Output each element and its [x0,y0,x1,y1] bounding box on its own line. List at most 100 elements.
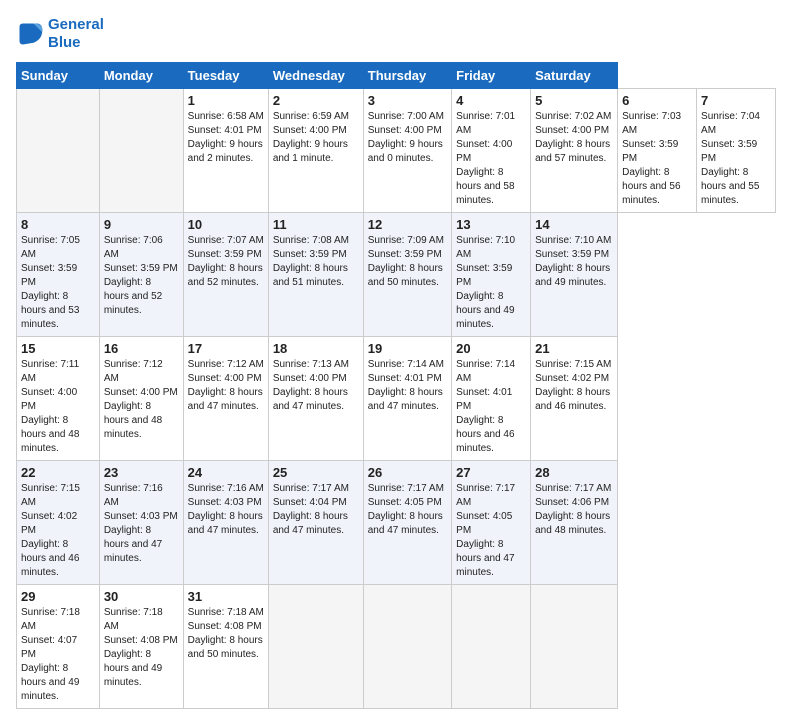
day-info: Sunrise: 7:06 AMSunset: 3:59 PMDaylight:… [104,234,179,318]
day-info: Sunrise: 7:03 AMSunset: 3:59 PMDaylight:… [622,110,692,208]
calendar-cell: 5 Sunrise: 7:02 AMSunset: 4:00 PMDaylight… [531,89,618,213]
calendar-week-2: 8 Sunrise: 7:05 AMSunset: 3:59 PMDaylight… [17,213,776,337]
day-number: 16 [104,341,179,356]
day-number: 31 [188,589,264,604]
day-info: Sunrise: 7:10 AMSunset: 3:59 PMDaylight:… [535,234,613,290]
day-info: Sunrise: 7:08 AMSunset: 3:59 PMDaylight:… [273,234,359,290]
day-number: 12 [368,217,447,232]
calendar-cell: 24 Sunrise: 7:16 AMSunset: 4:03 PMDayligh… [183,461,268,585]
day-info: Sunrise: 7:17 AMSunset: 4:06 PMDaylight:… [535,482,613,538]
day-number: 6 [622,93,692,108]
day-info: Sunrise: 6:59 AMSunset: 4:00 PMDaylight:… [273,110,359,166]
day-info: Sunrise: 7:05 AMSunset: 3:59 PMDaylight:… [21,234,95,332]
calendar-cell: 28 Sunrise: 7:17 AMSunset: 4:06 PMDayligh… [531,461,618,585]
day-info: Sunrise: 7:00 AMSunset: 4:00 PMDaylight:… [368,110,447,166]
day-info: Sunrise: 7:17 AMSunset: 4:05 PMDaylight:… [456,482,526,580]
day-number: 5 [535,93,613,108]
calendar-cell: 27Sunrise: 7:17 AMSunset: 4:05 PMDayligh… [452,461,531,585]
day-number: 4 [456,93,526,108]
calendar-week-5: 29 Sunrise: 7:18 AMSunset: 4:07 PMDayligh… [17,585,776,709]
column-header-thursday: Thursday [363,63,451,89]
day-number: 29 [21,589,95,604]
calendar-cell [99,89,183,213]
calendar-cell: 20 Sunrise: 7:14 AMSunset: 4:01 PMDayligh… [452,337,531,461]
day-number: 20 [456,341,526,356]
calendar-cell: 3 Sunrise: 7:00 AMSunset: 4:00 PMDaylight… [363,89,451,213]
calendar-cell: 18Sunrise: 7:13 AMSunset: 4:00 PMDayligh… [268,337,363,461]
day-number: 11 [273,217,359,232]
day-number: 19 [368,341,447,356]
calendar-cell: 4 Sunrise: 7:01 AMSunset: 4:00 PMDaylight… [452,89,531,213]
day-number: 17 [188,341,264,356]
calendar-cell: 26 Sunrise: 7:17 AMSunset: 4:05 PMDayligh… [363,461,451,585]
day-info: Sunrise: 7:14 AMSunset: 4:01 PMDaylight:… [368,358,447,414]
day-number: 9 [104,217,179,232]
day-info: Sunrise: 7:11 AMSunset: 4:00 PMDaylight:… [21,358,95,456]
column-header-friday: Friday [452,63,531,89]
day-number: 22 [21,465,95,480]
calendar-cell [531,585,618,709]
calendar-cell: 23 Sunrise: 7:16 AMSunset: 4:03 PMDayligh… [99,461,183,585]
day-info: Sunrise: 7:16 AMSunset: 4:03 PMDaylight:… [188,482,264,538]
calendar-cell: 15 Sunrise: 7:11 AMSunset: 4:00 PMDayligh… [17,337,100,461]
day-number: 13 [456,217,526,232]
day-number: 28 [535,465,613,480]
calendar-cell: 7 Sunrise: 7:04 AMSunset: 3:59 PMDaylight… [697,89,776,213]
calendar-cell [363,585,451,709]
day-info: Sunrise: 7:12 AMSunset: 4:00 PMDaylight:… [104,358,179,442]
day-info: Sunrise: 7:15 AMSunset: 4:02 PMDaylight:… [21,482,95,580]
day-info: Sunrise: 7:18 AMSunset: 4:07 PMDaylight:… [21,606,95,704]
day-number: 25 [273,465,359,480]
calendar-cell: 30Sunrise: 7:18 AMSunset: 4:08 PMDayligh… [99,585,183,709]
day-info: Sunrise: 7:17 AMSunset: 4:05 PMDaylight:… [368,482,447,538]
day-number: 26 [368,465,447,480]
day-number: 23 [104,465,179,480]
calendar-week-1: 1 Sunrise: 6:58 AMSunset: 4:01 PMDaylight… [17,89,776,213]
day-info: Sunrise: 7:02 AMSunset: 4:00 PMDaylight:… [535,110,613,166]
day-number: 7 [701,93,771,108]
day-info: Sunrise: 7:14 AMSunset: 4:01 PMDaylight:… [456,358,526,456]
day-info: Sunrise: 7:04 AMSunset: 3:59 PMDaylight:… [701,110,771,208]
calendar-week-4: 22 Sunrise: 7:15 AMSunset: 4:02 PMDayligh… [17,461,776,585]
day-info: Sunrise: 7:17 AMSunset: 4:04 PMDaylight:… [273,482,359,538]
column-header-tuesday: Tuesday [183,63,268,89]
day-number: 21 [535,341,613,356]
day-number: 15 [21,341,95,356]
column-header-saturday: Saturday [531,63,618,89]
day-info: Sunrise: 7:07 AMSunset: 3:59 PMDaylight:… [188,234,264,290]
column-header-wednesday: Wednesday [268,63,363,89]
calendar-cell: 9 Sunrise: 7:06 AMSunset: 3:59 PMDaylight… [99,213,183,337]
day-info: Sunrise: 7:01 AMSunset: 4:00 PMDaylight:… [456,110,526,208]
day-info: Sunrise: 7:16 AMSunset: 4:03 PMDaylight:… [104,482,179,566]
day-number: 8 [21,217,95,232]
calendar-cell: 21 Sunrise: 7:15 AMSunset: 4:02 PMDayligh… [531,337,618,461]
calendar-cell: 14 Sunrise: 7:10 AMSunset: 3:59 PMDayligh… [531,213,618,337]
day-info: Sunrise: 7:09 AMSunset: 3:59 PMDaylight:… [368,234,447,290]
calendar-cell: 17 Sunrise: 7:12 AMSunset: 4:00 PMDayligh… [183,337,268,461]
day-info: Sunrise: 6:58 AMSunset: 4:01 PMDaylight:… [188,110,264,166]
day-number: 3 [368,93,447,108]
calendar-cell [268,585,363,709]
calendar-cell: 2Sunrise: 6:59 AMSunset: 4:00 PMDaylight… [268,89,363,213]
calendar-cell: 16 Sunrise: 7:12 AMSunset: 4:00 PMDayligh… [99,337,183,461]
calendar-cell: 13 Sunrise: 7:10 AMSunset: 3:59 PMDayligh… [452,213,531,337]
logo-icon [16,20,44,48]
logo: General Blue [16,16,104,52]
day-number: 10 [188,217,264,232]
column-header-sunday: Sunday [17,63,100,89]
calendar-cell: 19 Sunrise: 7:14 AMSunset: 4:01 PMDayligh… [363,337,451,461]
day-info: Sunrise: 7:12 AMSunset: 4:00 PMDaylight:… [188,358,264,414]
calendar-cell: 11 Sunrise: 7:08 AMSunset: 3:59 PMDayligh… [268,213,363,337]
day-number: 1 [188,93,264,108]
calendar-cell [452,585,531,709]
day-info: Sunrise: 7:15 AMSunset: 4:02 PMDaylight:… [535,358,613,414]
day-info: Sunrise: 7:18 AMSunset: 4:08 PMDaylight:… [188,606,264,662]
day-number: 14 [535,217,613,232]
calendar-cell: 1 Sunrise: 6:58 AMSunset: 4:01 PMDaylight… [183,89,268,213]
day-info: Sunrise: 7:10 AMSunset: 3:59 PMDaylight:… [456,234,526,332]
day-number: 24 [188,465,264,480]
calendar-cell: 31 Sunrise: 7:18 AMSunset: 4:08 PMDayligh… [183,585,268,709]
page-header: General Blue [16,16,776,52]
day-info: Sunrise: 7:18 AMSunset: 4:08 PMDaylight:… [104,606,179,690]
day-number: 18 [273,341,359,356]
